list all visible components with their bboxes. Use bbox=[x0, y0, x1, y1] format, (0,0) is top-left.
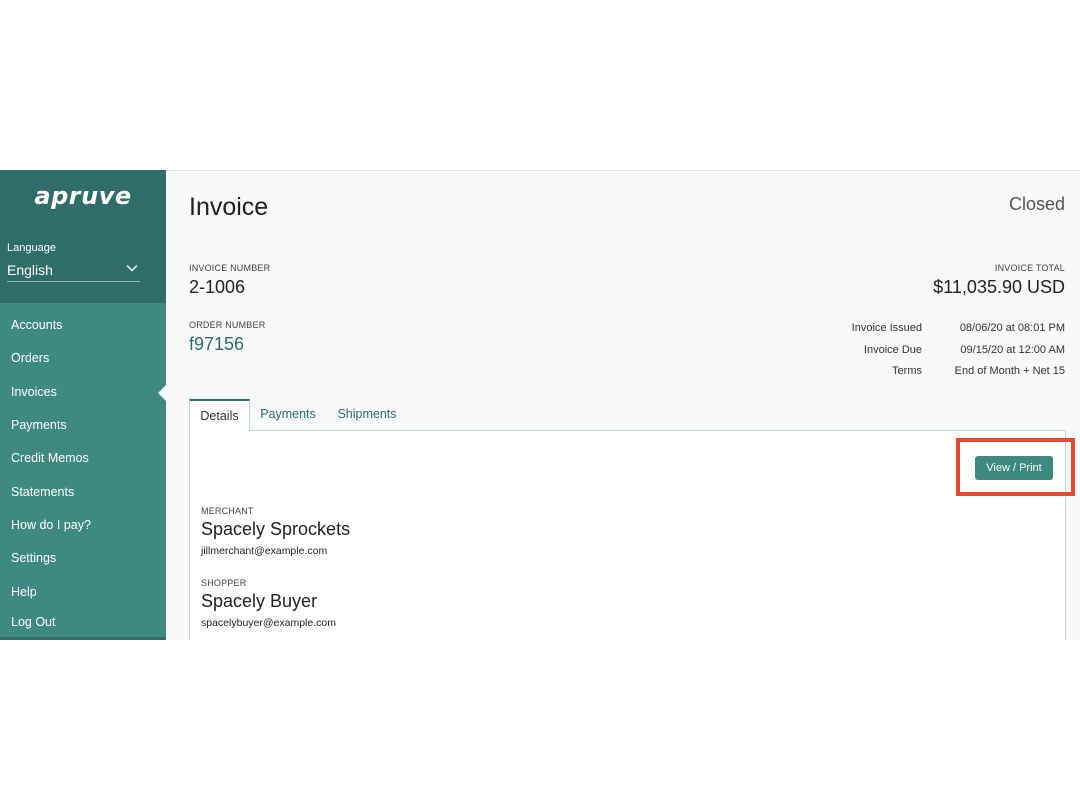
merchant-name: Spacely Sprockets bbox=[201, 519, 351, 539]
main-content: Invoice Closed INVOICE NUMBER 2-1006 ORD… bbox=[166, 170, 1080, 640]
active-nav-indicator bbox=[158, 385, 166, 401]
sidebar-item-log-out[interactable]: Log Out bbox=[0, 607, 166, 637]
sidebar-item-how-do-i-pay[interactable]: How do I pay? bbox=[0, 510, 166, 540]
status-badge: Closed bbox=[1008, 194, 1065, 214]
sidebar-item-settings[interactable]: Settings bbox=[0, 543, 166, 573]
apruve-logo[interactable]: apruve bbox=[0, 182, 166, 210]
sidebar-item-label: Settings bbox=[11, 551, 57, 565]
meta-label: Terms bbox=[892, 365, 922, 377]
invoice-due-row: Invoice Due 09/15/20 at 12:00 AM bbox=[705, 344, 1065, 360]
sidebar-item-payments[interactable]: Payments bbox=[0, 410, 166, 440]
sidebar-item-label: Invoices bbox=[11, 385, 57, 399]
sidebar-item-label: Help bbox=[11, 585, 37, 599]
sidebar-item-label: Orders bbox=[11, 351, 50, 365]
meta-label: Invoice Due bbox=[863, 344, 922, 356]
shopper-email: spacelybuyer@example.com bbox=[201, 617, 336, 629]
sidebar-item-help[interactable]: Help bbox=[0, 577, 166, 607]
meta-value: 09/15/20 at 12:00 AM bbox=[960, 344, 1065, 356]
sidebar-item-statements[interactable]: Statements bbox=[0, 477, 166, 507]
sidebar-item-label: Payments bbox=[11, 418, 67, 432]
sidebar-header: apruve Language English bbox=[0, 170, 166, 303]
tab-label: Details bbox=[200, 409, 239, 423]
sidebar-item-label: How do I pay? bbox=[11, 518, 91, 532]
invoice-total: $11,035.90 USD bbox=[933, 277, 1065, 297]
sidebar-item-label: Accounts bbox=[11, 318, 63, 332]
sidebar-item-label: Log Out bbox=[11, 615, 56, 629]
tab-label: Payments bbox=[260, 407, 316, 421]
shopper-label: SHOPPER bbox=[201, 578, 247, 588]
sidebar-footer-strip bbox=[0, 637, 166, 640]
terms-row: Terms End of Month + Net 15 bbox=[705, 365, 1065, 381]
sidebar-item-label: Credit Memos bbox=[11, 451, 89, 465]
tab-payments[interactable]: Payments bbox=[254, 399, 322, 431]
invoice-number: 2-1006 bbox=[189, 277, 246, 297]
invoice-number-label: INVOICE NUMBER bbox=[189, 263, 271, 273]
sidebar: apruve Language English Accounts Orders … bbox=[0, 170, 166, 640]
chevron-down-icon bbox=[126, 264, 138, 272]
invoice-issued-row: Invoice Issued 08/06/20 at 08:01 PM bbox=[705, 322, 1065, 338]
sidebar-item-label: Statements bbox=[11, 485, 75, 499]
details-panel: View / Print MERCHANT Spacely Sprockets … bbox=[189, 430, 1075, 640]
sidebar-item-invoices[interactable]: Invoices bbox=[0, 377, 166, 407]
sidebar-item-orders[interactable]: Orders bbox=[0, 343, 166, 373]
meta-value: End of Month + Net 15 bbox=[954, 365, 1065, 377]
tab-shipments[interactable]: Shipments bbox=[333, 399, 401, 431]
language-label: Language bbox=[7, 242, 56, 254]
sidebar-item-credit-memos[interactable]: Credit Memos bbox=[0, 443, 166, 473]
page-title: Invoice bbox=[189, 193, 269, 221]
language-select[interactable]: English bbox=[7, 258, 140, 282]
view-print-button[interactable]: View / Print bbox=[975, 456, 1053, 480]
shopper-name: Spacely Buyer bbox=[201, 591, 318, 611]
app-window: apruve Language English Accounts Orders … bbox=[0, 170, 1080, 640]
meta-label: Invoice Issued bbox=[851, 322, 922, 334]
order-number-link[interactable]: f97156 bbox=[189, 334, 244, 355]
merchant-label: MERCHANT bbox=[201, 506, 254, 516]
sidebar-item-accounts[interactable]: Accounts bbox=[0, 310, 166, 340]
merchant-email: jillmerchant@example.com bbox=[201, 545, 328, 557]
tab-details[interactable]: Details bbox=[189, 399, 250, 431]
language-value: English bbox=[7, 262, 53, 278]
invoice-total-label: INVOICE TOTAL bbox=[994, 263, 1065, 273]
order-number-label: ORDER NUMBER bbox=[189, 320, 266, 330]
tab-label: Shipments bbox=[337, 407, 397, 421]
meta-value: 08/06/20 at 08:01 PM bbox=[959, 322, 1065, 334]
